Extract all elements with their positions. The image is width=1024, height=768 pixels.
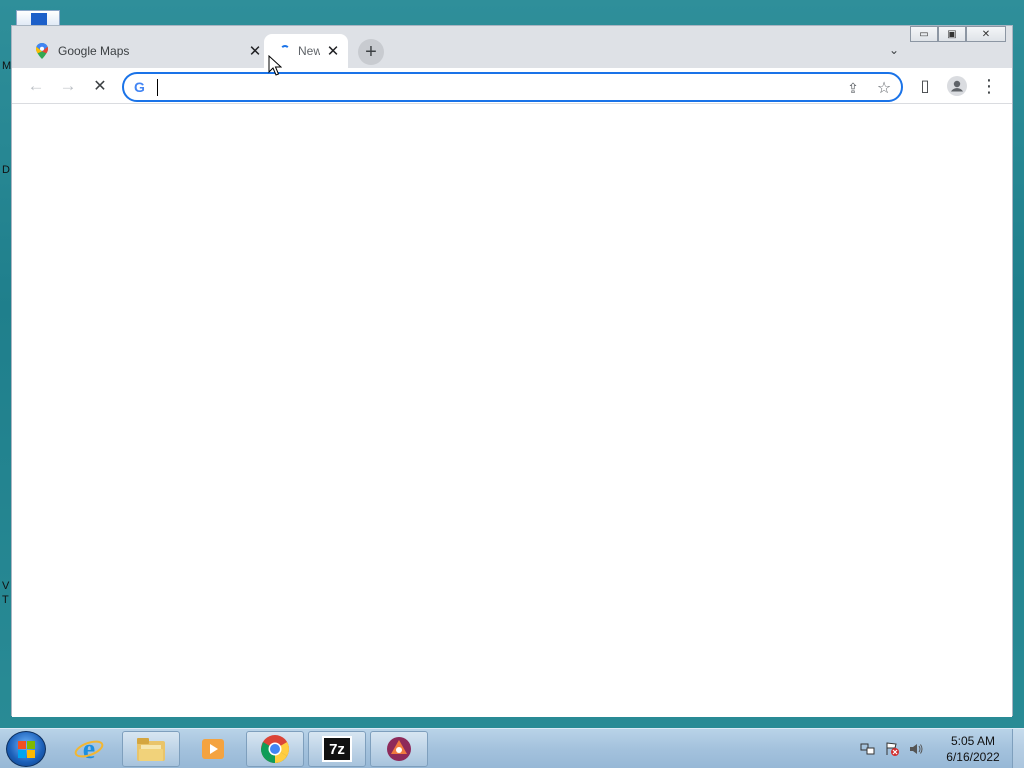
desktop-label-fragment: V bbox=[2, 580, 10, 592]
clock-time: 5:05 AM bbox=[950, 734, 996, 748]
window-controls: ▭ ▣ ✕ bbox=[910, 26, 1006, 42]
address-input[interactable] bbox=[156, 78, 826, 98]
taskbar: e 7z 5:05 AM 6/16/2022 bbox=[0, 728, 1024, 768]
side-panel-icon[interactable]: ▯ bbox=[913, 74, 937, 98]
back-arrow-icon[interactable]: ← bbox=[24, 74, 48, 98]
7zip-label: 7z bbox=[322, 736, 352, 762]
7zip-icon[interactable]: 7z bbox=[308, 731, 366, 767]
desktop-label-fragment: M bbox=[2, 60, 12, 72]
close-tab-icon[interactable]: ✕ bbox=[246, 42, 264, 60]
desktop-label-fragment: D bbox=[2, 164, 10, 176]
profile-icon[interactable] bbox=[945, 74, 969, 98]
mouse-cursor-icon bbox=[268, 55, 282, 76]
folder-icon[interactable] bbox=[122, 731, 180, 767]
bookmark-star-icon[interactable]: ☆ bbox=[875, 79, 893, 97]
show-desktop-button[interactable] bbox=[1012, 729, 1024, 768]
loading-spinner-icon bbox=[280, 45, 290, 55]
app-icon[interactable] bbox=[370, 731, 428, 767]
new-tab-button[interactable]: + bbox=[358, 39, 384, 65]
forward-arrow-icon[interactable]: → bbox=[56, 74, 80, 98]
address-bar[interactable]: G ⇪ ☆ bbox=[122, 72, 903, 102]
close-tab-icon[interactable]: ✕ bbox=[324, 42, 342, 60]
desktop-label-fragment: T bbox=[2, 594, 9, 606]
minimize-button[interactable]: ▭ bbox=[910, 26, 938, 42]
chrome-icon[interactable] bbox=[246, 731, 304, 767]
tab-title: New Tab bbox=[298, 44, 320, 58]
volume-icon[interactable] bbox=[906, 739, 926, 759]
browser-window: Google Maps ✕ New Tab ✕ + ⌄ ▭ ▣ ✕ ← → ✕ … bbox=[11, 25, 1013, 717]
svg-text:e: e bbox=[83, 734, 95, 764]
text-caret bbox=[157, 79, 158, 96]
tab-google-maps[interactable]: Google Maps ✕ bbox=[26, 34, 262, 68]
stop-loading-icon[interactable]: ✕ bbox=[88, 74, 112, 98]
maximize-button[interactable]: ▣ bbox=[938, 26, 966, 42]
share-icon[interactable]: ⇪ bbox=[844, 79, 862, 97]
start-button[interactable] bbox=[6, 731, 46, 767]
clock-date: 6/16/2022 bbox=[946, 750, 1000, 764]
network-icon[interactable] bbox=[858, 739, 878, 759]
tab-title: Google Maps bbox=[58, 44, 130, 58]
google-g-icon: G bbox=[134, 79, 145, 95]
media-icon[interactable] bbox=[184, 731, 242, 767]
browser-toolbar: ← → ✕ G ⇪ ☆ ▯ ⋮ bbox=[12, 68, 1012, 104]
ie-icon[interactable]: e bbox=[60, 731, 118, 767]
menu-kebab-icon[interactable]: ⋮ bbox=[977, 74, 1001, 98]
action-center-flag-icon[interactable] bbox=[882, 739, 902, 759]
maps-pin-icon bbox=[36, 43, 48, 59]
page-content[interactable] bbox=[12, 104, 1012, 717]
system-clock[interactable]: 5:05 AM 6/16/2022 bbox=[938, 733, 1008, 765]
system-tray: 5:05 AM 6/16/2022 bbox=[858, 729, 1024, 768]
tab-search-icon[interactable]: ⌄ bbox=[886, 42, 902, 58]
close-window-button[interactable]: ✕ bbox=[966, 26, 1006, 42]
tab-strip: Google Maps ✕ New Tab ✕ + ⌄ ▭ ▣ ✕ bbox=[12, 26, 1012, 68]
